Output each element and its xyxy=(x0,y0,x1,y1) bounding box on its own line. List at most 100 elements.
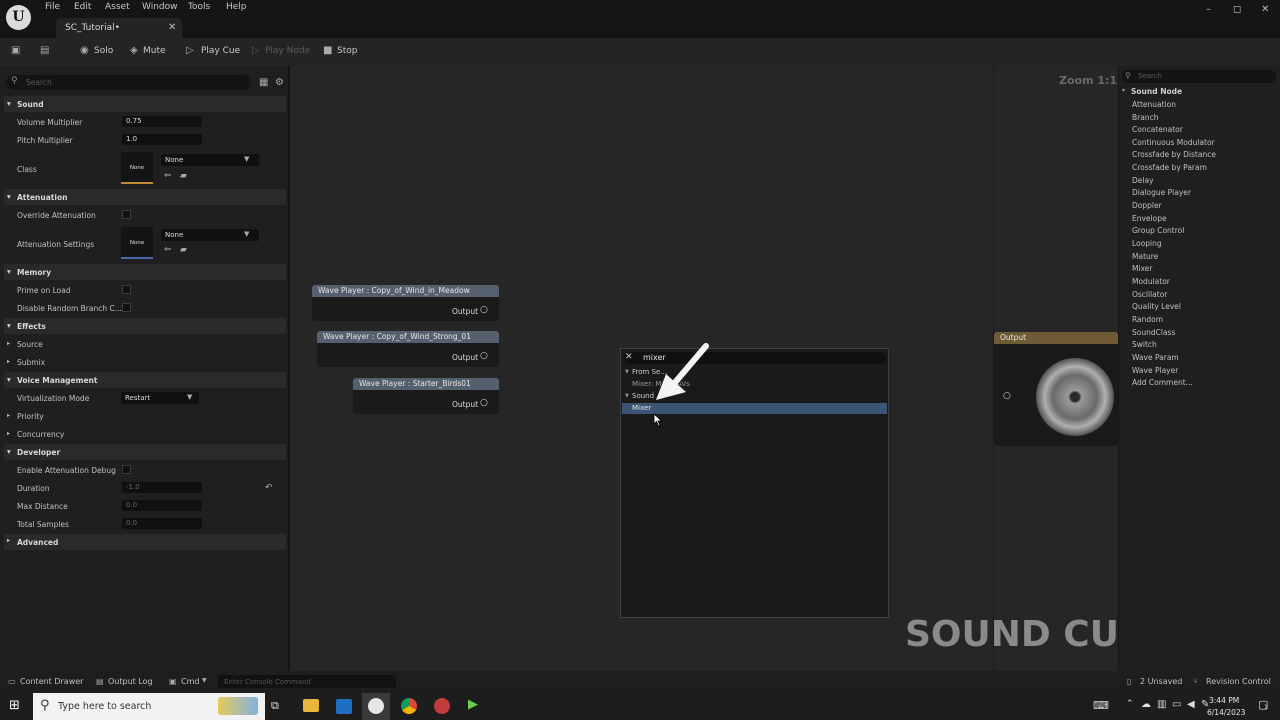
menu-help[interactable]: Help xyxy=(226,2,247,12)
table-view-icon[interactable]: ▦ xyxy=(259,77,268,88)
palette-item[interactable]: Group Control xyxy=(1132,226,1184,235)
duration-input[interactable]: -1.0 xyxy=(122,482,202,493)
battery-icon[interactable]: ▭ xyxy=(1172,699,1181,710)
use-selected-icon[interactable]: ⇐ xyxy=(164,171,172,181)
browse-folder-icon[interactable]: ▰ xyxy=(180,245,187,255)
popup-item-mixer[interactable]: Mixer xyxy=(632,404,651,412)
tab-close-icon[interactable]: ✕ xyxy=(168,22,176,33)
clock-time[interactable]: 3:44 PM xyxy=(1209,696,1239,705)
play-cue-button[interactable]: Play Cue xyxy=(201,46,240,56)
outlook-icon[interactable] xyxy=(336,699,352,714)
menu-window[interactable]: Window xyxy=(142,2,178,12)
output-pin-icon[interactable]: ○ xyxy=(480,398,488,408)
solo-button[interactable]: Solo xyxy=(94,46,113,56)
palette-item[interactable]: Branch xyxy=(1132,113,1158,122)
search-highlight-icon[interactable] xyxy=(218,697,258,715)
palette-item[interactable]: Concatenator xyxy=(1132,125,1183,134)
section-sound[interactable] xyxy=(4,96,286,112)
task-view-icon[interactable]: ⧉ xyxy=(271,699,279,713)
pitch-multiplier-input[interactable]: 1.0 xyxy=(122,134,202,145)
expand-arrow-icon[interactable]: ▸ xyxy=(7,340,10,347)
disable-random-branch-checkbox[interactable] xyxy=(122,303,131,312)
output-pin-icon[interactable]: ○ xyxy=(480,305,488,315)
source-label[interactable]: Source xyxy=(17,340,43,349)
input-pin-icon[interactable]: ○ xyxy=(1003,391,1011,401)
clock-date[interactable]: 6/14/2023 xyxy=(1207,708,1245,717)
content-drawer-button[interactable]: Content Drawer xyxy=(20,677,83,686)
network-icon[interactable]: ▥ xyxy=(1157,699,1166,710)
unreal-editor-icon[interactable] xyxy=(368,698,384,714)
revision-control-button[interactable]: Revision Control xyxy=(1206,677,1271,686)
windows-start-icon[interactable]: ⊞ xyxy=(9,698,20,713)
palette-item[interactable]: Continuous Modulator xyxy=(1132,138,1215,147)
stop-button[interactable]: Stop xyxy=(337,46,357,56)
palette-item[interactable]: Delay xyxy=(1132,176,1154,185)
palette-item[interactable]: Looping xyxy=(1132,239,1162,248)
expand-arrow-icon[interactable]: ▸ xyxy=(7,412,10,419)
menu-asset[interactable]: Asset xyxy=(105,2,130,12)
menu-file[interactable]: File xyxy=(45,2,60,12)
total-samples-input[interactable]: 0.0 xyxy=(122,518,202,529)
enable-attenuation-debug-checkbox[interactable] xyxy=(122,465,131,474)
palette-item[interactable]: Quality Level xyxy=(1132,302,1181,311)
palette-item[interactable]: Switch xyxy=(1132,340,1157,349)
maximize-icon[interactable]: ◻ xyxy=(1233,4,1241,15)
browse-icon[interactable]: ▤ xyxy=(40,45,49,56)
palette-item[interactable]: Mature xyxy=(1132,252,1158,261)
file-explorer-icon[interactable] xyxy=(303,699,319,712)
priority-label[interactable]: Priority xyxy=(17,412,44,421)
section-effects[interactable] xyxy=(4,318,286,334)
palette-category[interactable]: Sound Node xyxy=(1131,87,1182,96)
max-distance-input[interactable]: 0.0 xyxy=(122,500,202,511)
palette-item[interactable]: Modulator xyxy=(1132,277,1170,286)
minimize-icon[interactable]: – xyxy=(1206,4,1211,15)
play-app-icon[interactable]: ▶ xyxy=(468,697,478,712)
play-node-button[interactable]: Play Node xyxy=(265,46,310,56)
volume-multiplier-input[interactable]: 0.75 xyxy=(122,116,202,127)
palette-item[interactable]: Crossfade by Distance xyxy=(1132,150,1216,159)
palette-item[interactable]: Wave Player xyxy=(1132,366,1178,375)
palette-item[interactable]: Wave Param xyxy=(1132,353,1179,362)
palette-item[interactable]: Mixer xyxy=(1132,264,1152,273)
mute-button[interactable]: Mute xyxy=(143,46,166,56)
use-selected-icon[interactable]: ⇐ xyxy=(164,245,172,255)
class-thumbnail[interactable]: None xyxy=(121,152,153,184)
keyboard-icon[interactable]: ⌨ xyxy=(1093,699,1109,712)
cmd-dropdown[interactable]: Cmd xyxy=(181,677,199,686)
palette-item[interactable]: Add Comment... xyxy=(1132,378,1193,387)
palette-item[interactable]: Doppler xyxy=(1132,201,1162,210)
close-window-icon[interactable]: ✕ xyxy=(1261,4,1269,15)
clear-search-icon[interactable]: ✕ xyxy=(625,352,633,362)
menu-tools[interactable]: Tools xyxy=(188,2,210,12)
unsaved-button[interactable]: 2 Unsaved xyxy=(1140,677,1182,686)
palette-item[interactable]: Oscillator xyxy=(1132,290,1167,299)
attenuation-thumbnail[interactable]: None xyxy=(121,227,153,259)
prime-on-load-checkbox[interactable] xyxy=(122,285,131,294)
app-icon[interactable] xyxy=(434,698,450,714)
unreal-logo-icon[interactable]: U xyxy=(6,5,31,30)
palette-item[interactable]: Crossfade by Param xyxy=(1132,163,1207,172)
save-icon[interactable]: ▣ xyxy=(11,45,20,56)
volume-icon[interactable]: ◀ xyxy=(1187,699,1195,710)
browse-folder-icon[interactable]: ▰ xyxy=(180,171,187,181)
details-search-placeholder: Search xyxy=(26,78,52,87)
menu-edit[interactable]: Edit xyxy=(74,2,91,12)
palette-item[interactable]: Envelope xyxy=(1132,214,1167,223)
collapse-arrow-icon: ▼ xyxy=(625,369,629,375)
concurrency-label[interactable]: Concurrency xyxy=(17,430,64,439)
expand-arrow-icon[interactable]: ▸ xyxy=(7,430,10,437)
cloud-icon[interactable]: ☁ xyxy=(1141,699,1151,710)
output-pin-icon[interactable]: ○ xyxy=(480,351,488,361)
palette-item[interactable]: Dialogue Player xyxy=(1132,188,1191,197)
override-attenuation-checkbox[interactable] xyxy=(122,210,131,219)
chrome-icon[interactable] xyxy=(401,698,417,714)
palette-item[interactable]: Attenuation xyxy=(1132,100,1176,109)
submix-label[interactable]: Submix xyxy=(17,358,45,367)
expand-arrow-icon[interactable]: ▸ xyxy=(7,358,10,365)
output-log-button[interactable]: Output Log xyxy=(108,677,153,686)
reset-arrow-icon[interactable]: ↶ xyxy=(265,483,273,493)
palette-item[interactable]: Random xyxy=(1132,315,1163,324)
chevron-up-icon[interactable]: ⌃ xyxy=(1126,699,1134,709)
palette-item[interactable]: SoundClass xyxy=(1132,328,1175,337)
settings-gear-icon[interactable]: ⚙ xyxy=(275,77,284,88)
